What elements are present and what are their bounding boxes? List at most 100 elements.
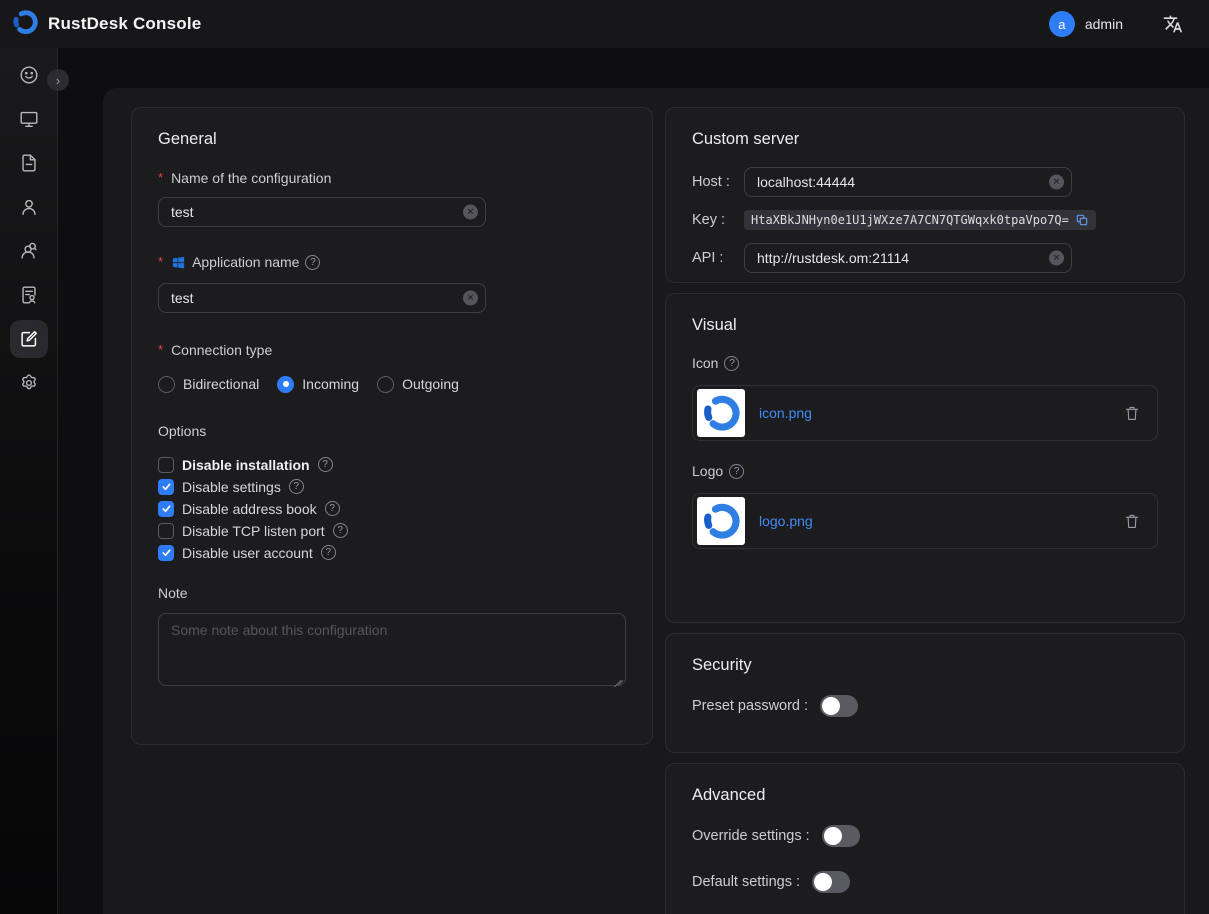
user-icon bbox=[10, 188, 48, 226]
default-settings-toggle[interactable] bbox=[812, 871, 850, 893]
api-row: API : ✕ bbox=[692, 243, 1158, 273]
sidebar bbox=[0, 48, 58, 914]
help-icon[interactable]: ? bbox=[318, 457, 333, 472]
logo-file-row: logo.png bbox=[692, 493, 1158, 549]
visual-title: Visual bbox=[692, 316, 1158, 335]
override-settings-label: Override settings : bbox=[692, 828, 810, 844]
application-name-input[interactable] bbox=[158, 283, 486, 313]
help-icon[interactable]: ? bbox=[321, 545, 336, 560]
radio-outgoing[interactable]: Outgoing bbox=[377, 376, 459, 393]
api-input-wrap: ✕ bbox=[744, 243, 1072, 273]
trash-icon[interactable] bbox=[1123, 404, 1141, 422]
radio-bidirectional[interactable]: Bidirectional bbox=[158, 376, 259, 393]
sidebar-item-settings[interactable] bbox=[0, 361, 58, 405]
option-disable-settings[interactable]: Disable settings ? bbox=[158, 479, 626, 495]
logo-file-link[interactable]: logo.png bbox=[759, 513, 813, 529]
username[interactable]: admin bbox=[1085, 16, 1123, 32]
rustdesk-logo-icon bbox=[12, 9, 38, 40]
help-icon[interactable]: ? bbox=[325, 501, 340, 516]
advanced-card: Advanced Override settings : Default set… bbox=[665, 763, 1185, 914]
radio-icon bbox=[277, 376, 294, 393]
radio-incoming[interactable]: Incoming bbox=[277, 376, 359, 393]
radio-icon bbox=[158, 376, 175, 393]
application-name-label: * Application name ? bbox=[158, 253, 626, 271]
checkbox-icon bbox=[158, 479, 174, 495]
option-disable-installation[interactable]: Disable installation ? bbox=[158, 457, 626, 473]
key-label: Key : bbox=[692, 212, 744, 228]
sidebar-expand-button[interactable]: › bbox=[47, 69, 69, 91]
host-row: Host : ✕ bbox=[692, 167, 1158, 197]
help-icon[interactable]: ? bbox=[305, 255, 320, 270]
custom-server-title: Custom server bbox=[692, 130, 1158, 149]
name-input-wrap: ✕ bbox=[158, 197, 486, 227]
copy-icon[interactable] bbox=[1075, 213, 1089, 227]
trash-icon[interactable] bbox=[1123, 512, 1141, 530]
host-input[interactable] bbox=[744, 167, 1072, 197]
checkbox-icon bbox=[158, 501, 174, 517]
checkbox-icon bbox=[158, 545, 174, 561]
sidebar-item-logs[interactable] bbox=[0, 141, 58, 185]
content-panel: General * Name of the configuration ✕ * … bbox=[103, 88, 1209, 914]
general-card: General * Name of the configuration ✕ * … bbox=[131, 107, 653, 745]
preset-password-row: Preset password : bbox=[692, 695, 1158, 717]
user-search-icon bbox=[10, 232, 48, 270]
clear-icon[interactable]: ✕ bbox=[1049, 251, 1064, 266]
sidebar-item-groups[interactable] bbox=[0, 229, 58, 273]
name-input[interactable] bbox=[158, 197, 486, 227]
connection-type-label: * Connection type bbox=[158, 341, 626, 359]
icon-label: Icon ? bbox=[692, 355, 1158, 371]
default-settings-label: Default settings : bbox=[692, 874, 800, 890]
override-settings-toggle[interactable] bbox=[822, 825, 860, 847]
help-icon[interactable]: ? bbox=[729, 464, 744, 479]
default-settings-row: Default settings : bbox=[692, 871, 1158, 893]
sidebar-item-devices[interactable] bbox=[0, 97, 58, 141]
key-row: Key : HtaXBkJNHyn0e1U1jWXze7A7CN7QTGWqxk… bbox=[692, 210, 1158, 230]
clear-icon[interactable]: ✕ bbox=[463, 291, 478, 306]
clear-icon[interactable]: ✕ bbox=[463, 205, 478, 220]
help-icon[interactable]: ? bbox=[289, 479, 304, 494]
options-list: Disable installation ? Disable settings … bbox=[158, 457, 626, 561]
icon-file-row: icon.png bbox=[692, 385, 1158, 441]
api-label: API : bbox=[692, 250, 744, 266]
advanced-title: Advanced bbox=[692, 786, 1158, 805]
note-textarea[interactable] bbox=[158, 613, 626, 686]
checkbox-icon bbox=[158, 523, 174, 539]
avatar[interactable]: a bbox=[1049, 11, 1075, 37]
options-label: Options bbox=[158, 423, 626, 439]
icon-file-link[interactable]: icon.png bbox=[759, 405, 812, 421]
main-area: General * Name of the configuration ✕ * … bbox=[58, 48, 1209, 914]
logo-label: Logo ? bbox=[692, 463, 1158, 479]
sidebar-item-configurations[interactable] bbox=[0, 317, 58, 361]
key-value: HtaXBkJNHyn0e1U1jWXze7A7CN7QTGWqxk0tpaVp… bbox=[744, 210, 1096, 230]
host-label: Host : bbox=[692, 174, 744, 190]
resize-grip[interactable] bbox=[614, 678, 623, 687]
required-asterisk: * bbox=[158, 253, 163, 271]
security-title: Security bbox=[692, 656, 1158, 675]
audit-log-icon bbox=[10, 276, 48, 314]
connection-type-group: Bidirectional Incoming Outgoing bbox=[158, 376, 626, 393]
help-icon[interactable]: ? bbox=[724, 356, 739, 371]
settings-gear-icon bbox=[10, 364, 48, 402]
required-asterisk: * bbox=[158, 169, 163, 187]
api-input[interactable] bbox=[744, 243, 1072, 273]
general-title: General bbox=[158, 130, 626, 149]
brand: RustDesk Console bbox=[12, 9, 201, 40]
sidebar-item-users[interactable] bbox=[0, 185, 58, 229]
preset-password-toggle[interactable] bbox=[820, 695, 858, 717]
radio-icon bbox=[377, 376, 394, 393]
smiley-icon bbox=[10, 56, 48, 94]
help-icon[interactable]: ? bbox=[333, 523, 348, 538]
app-title: RustDesk Console bbox=[48, 14, 201, 34]
option-disable-address-book[interactable]: Disable address book ? bbox=[158, 501, 626, 517]
option-disable-user-account[interactable]: Disable user account ? bbox=[158, 545, 626, 561]
right-column: Custom server Host : ✕ Key : HtaXBkJNHyn… bbox=[665, 107, 1185, 914]
icon-thumbnail bbox=[697, 389, 745, 437]
translate-icon[interactable] bbox=[1163, 14, 1183, 34]
clear-icon[interactable]: ✕ bbox=[1049, 175, 1064, 190]
custom-server-card: Custom server Host : ✕ Key : HtaXBkJNHyn… bbox=[665, 107, 1185, 283]
checkbox-icon bbox=[158, 457, 174, 473]
sidebar-item-audit[interactable] bbox=[0, 273, 58, 317]
host-input-wrap: ✕ bbox=[744, 167, 1072, 197]
windows-icon bbox=[171, 255, 186, 270]
option-disable-tcp-listen-port[interactable]: Disable TCP listen port ? bbox=[158, 523, 626, 539]
